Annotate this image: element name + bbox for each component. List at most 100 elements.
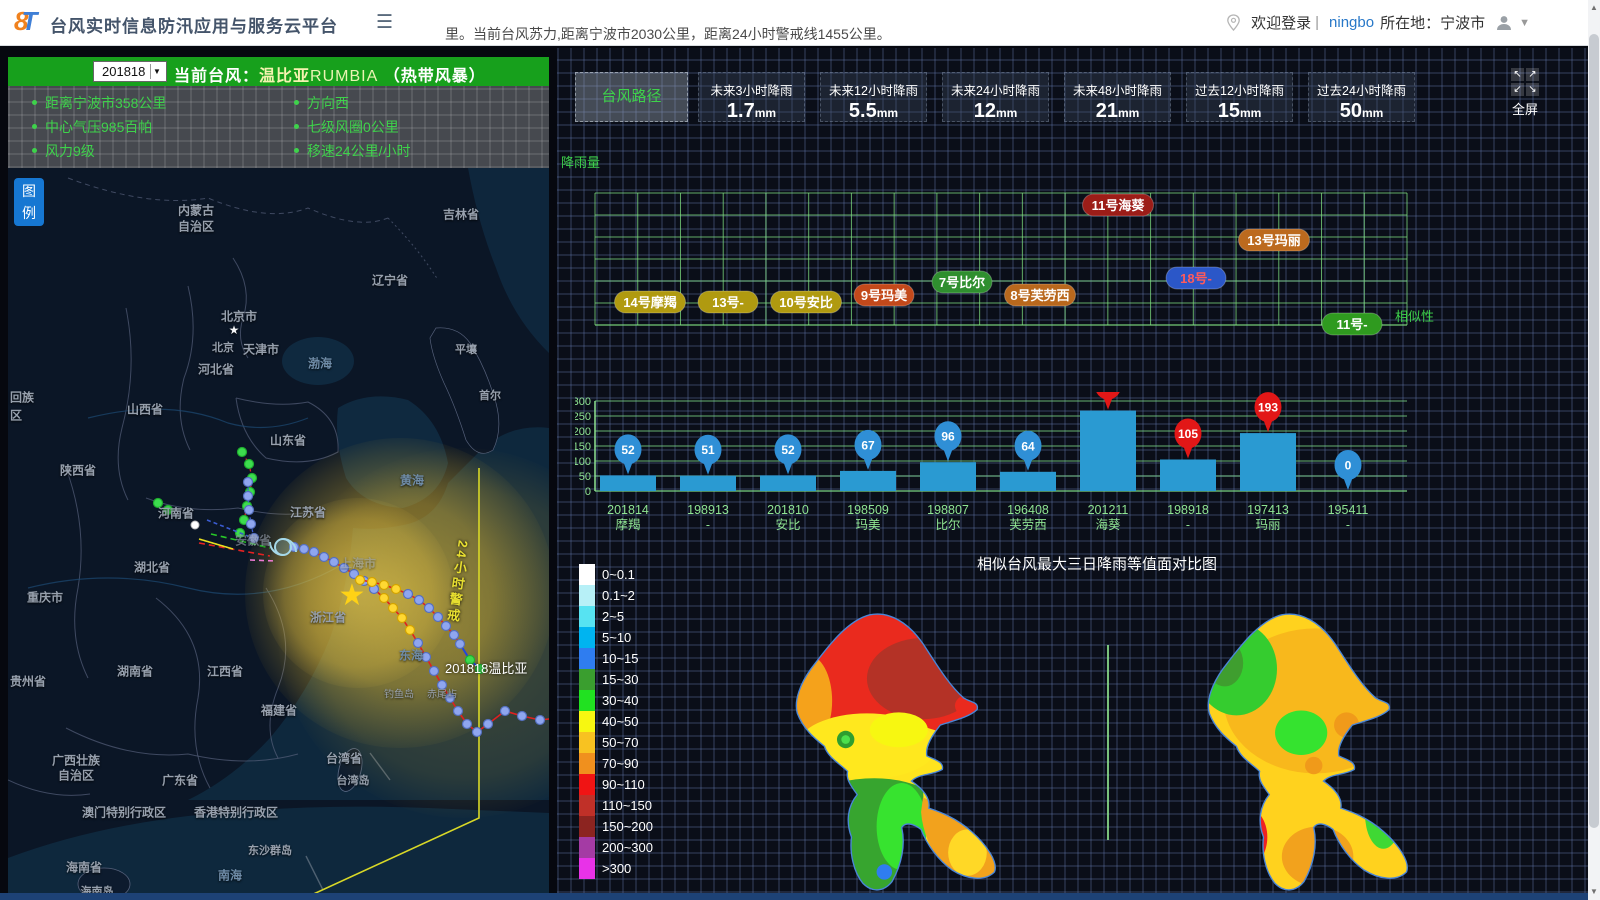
typhoon-stats-panel: 距离宁波市358公里方向西中心气压985百帕七级风圈0公里风力9级移速24公里/…: [8, 86, 549, 168]
logo-t: T: [21, 6, 37, 36]
user-avatar-icon[interactable]: [1495, 14, 1513, 32]
bullet-icon: [32, 100, 37, 105]
location-pin-icon: [1226, 14, 1241, 31]
legend-label: 30~40: [602, 693, 639, 708]
map-label: 广东省: [162, 772, 198, 789]
legend-label: 150~200: [602, 819, 653, 834]
map-label: 北京: [212, 339, 234, 355]
bullet-icon: [294, 100, 299, 105]
location-city: 宁波市: [1440, 12, 1485, 33]
map-label: 赤尾屿: [427, 686, 457, 701]
current-typhoon-bar: 201818 ▼ 当前台风：温比亚RUMBIA （热带风暴）: [8, 57, 549, 86]
svg-text:52: 52: [781, 443, 795, 457]
svg-text:0: 0: [585, 486, 591, 498]
svg-text:100: 100: [575, 456, 591, 468]
map-label: 天津市: [243, 341, 279, 358]
scroll-down-icon[interactable]: ▼: [1588, 884, 1600, 900]
svg-text:11号-: 11号-: [1336, 317, 1367, 332]
map-label: 辽宁省: [372, 272, 408, 289]
rain-button-3[interactable]: 未来24小时降雨12mm: [942, 72, 1049, 122]
username-link[interactable]: ningbo: [1329, 14, 1374, 31]
legend-row: 40~50: [579, 711, 653, 732]
legend-label: 0~0.1: [602, 567, 635, 582]
scrollbar-thumb[interactable]: [1589, 34, 1599, 828]
svg-text:201810: 201810: [767, 503, 809, 517]
svg-text:芙劳西: 芙劳西: [1009, 518, 1047, 532]
similarity-axis-label: 相似性: [1395, 306, 1434, 325]
svg-text:150: 150: [575, 441, 591, 453]
svg-text:玛美: 玛美: [855, 518, 880, 532]
map-label: 区: [10, 407, 22, 424]
typhoon-path-button[interactable]: 台风路径: [575, 72, 688, 122]
svg-text:197413: 197413: [1247, 503, 1289, 517]
map-label: 湖南省: [117, 663, 153, 680]
legend-row: 50~70: [579, 732, 653, 753]
legend-label: 200~300: [602, 840, 653, 855]
legend-row: 10~15: [579, 648, 653, 669]
bullet-icon: [294, 124, 299, 129]
typhoon-name-en: RUMBIA: [310, 68, 378, 85]
legend-swatch: [579, 774, 595, 795]
map-label: 河南省: [158, 505, 194, 522]
legend-label: 5~10: [602, 630, 631, 645]
comparison-title: 相似台风最大三日降雨等值面对比图: [937, 553, 1257, 574]
rain-button-4[interactable]: 未来48小时降雨21mm: [1064, 72, 1171, 122]
welcome-login-link[interactable]: 欢迎登录: [1251, 12, 1311, 33]
map-label: 自治区: [178, 218, 214, 235]
map-label: 南海: [218, 867, 242, 884]
svg-text:摩羯: 摩羯: [615, 517, 640, 532]
svg-text:9号玛美: 9号玛美: [861, 288, 908, 303]
typhoon-name-cn: 温比亚: [259, 68, 310, 85]
current-typhoon-title: 当前台风：温比亚RUMBIA （热带风暴）: [174, 62, 486, 86]
map-label: 首尔: [479, 387, 501, 403]
typhoon-stats-grid: 距离宁波市358公里方向西中心气压985百帕七级风圈0公里风力9级移速24公里/…: [8, 94, 549, 159]
hamburger-menu-icon[interactable]: ☰: [376, 11, 393, 34]
typhoon-id-value: 201818: [102, 64, 145, 79]
chevron-down-icon[interactable]: ▼: [1519, 17, 1530, 29]
svg-text:198913: 198913: [687, 503, 729, 517]
map-label: 平壤: [455, 341, 477, 357]
map-label: 江西省: [207, 663, 243, 680]
bullet-icon: [32, 148, 37, 153]
legend-label: 90~110: [602, 777, 645, 792]
legend-swatch: [579, 732, 595, 753]
typhoon-id-select[interactable]: 201818 ▼: [93, 61, 167, 82]
svg-text:18号-: 18号-: [1180, 271, 1212, 286]
fullscreen-icon: ↖↗↙↘: [1505, 68, 1545, 96]
bullet-icon: [32, 124, 37, 129]
map-legend-button[interactable]: 图例: [14, 178, 44, 226]
map-label: 陕西省: [60, 462, 96, 479]
rain-button-2[interactable]: 未来12小时降雨5.5mm: [820, 72, 927, 122]
legend-label: 15~30: [602, 672, 639, 687]
svg-text:67: 67: [861, 438, 875, 452]
svg-text:11号海葵: 11号海葵: [1092, 198, 1146, 213]
fullscreen-label: 全屏: [1505, 99, 1545, 118]
map-label: 自治区: [58, 767, 94, 784]
page-scrollbar[interactable]: ▲ ▼: [1588, 0, 1600, 900]
contour-map-left: [778, 606, 1010, 900]
legend-row: 0.1~2: [579, 585, 653, 606]
legend-row: 30~40: [579, 690, 653, 711]
rainfall-bar-chart: 05010015020025030052201814摩羯51198913-522…: [575, 392, 1425, 552]
svg-text:105: 105: [1178, 427, 1198, 441]
bottom-strip: [0, 893, 1588, 900]
typhoon-map[interactable]: ★ 内蒙古自治区吉林省辽宁省北京市★北京天津市河北省渤海平壤首尔山西省山东省回族…: [8, 168, 549, 897]
svg-text:-: -: [1346, 518, 1350, 532]
svg-text:201211: 201211: [1088, 503, 1129, 517]
map-label: 湖北省: [134, 559, 170, 576]
scroll-up-icon[interactable]: ▲: [1588, 0, 1600, 16]
rain-button-5[interactable]: 过去12小时降雨15mm: [1186, 72, 1293, 122]
map-label: 吉林省: [443, 206, 479, 223]
legend-label: 2~5: [602, 609, 624, 624]
svg-text:玛丽: 玛丽: [1255, 518, 1280, 532]
rain-button-6[interactable]: 过去24小时降雨50mm: [1308, 72, 1415, 122]
map-label: 内蒙古: [178, 202, 214, 219]
rain-button-1[interactable]: 未来3小时降雨1.7mm: [698, 72, 805, 122]
svg-text:96: 96: [941, 430, 955, 444]
fullscreen-button[interactable]: ↖↗↙↘ 全屏: [1505, 68, 1545, 118]
typhoon-category: （热带风暴）: [384, 68, 486, 85]
legend-swatch: [579, 753, 595, 774]
legend-swatch: [579, 837, 595, 858]
svg-text:-: -: [706, 518, 710, 532]
legend-swatch: [579, 669, 595, 690]
